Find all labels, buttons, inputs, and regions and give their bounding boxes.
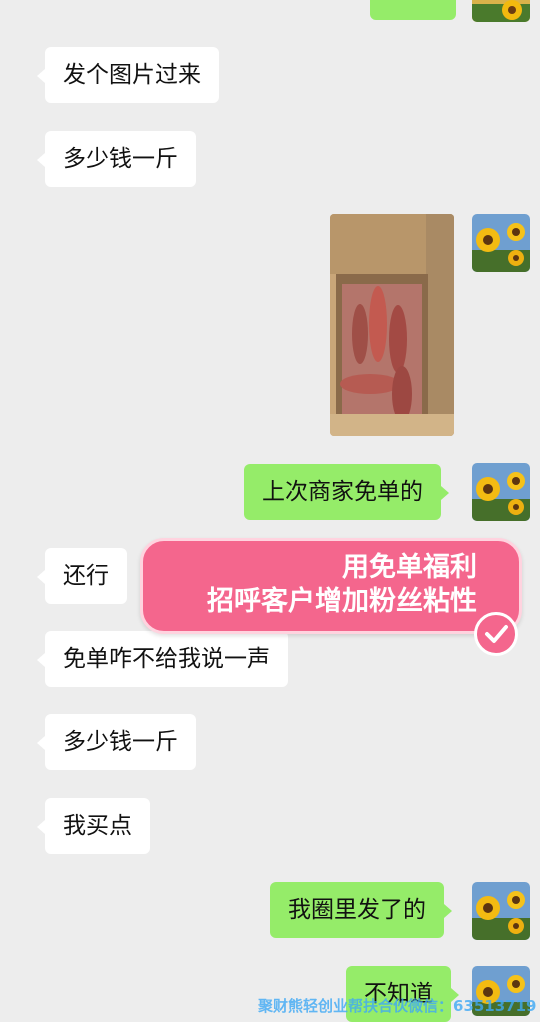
message-received[interactable]: 免单咋不给我说一声	[37, 631, 288, 687]
message-sent-partial[interactable]	[370, 0, 456, 20]
checkmark-icon	[485, 625, 508, 643]
message-received[interactable]: 我买点	[37, 798, 150, 854]
message-received[interactable]: 多少钱一斤	[37, 131, 196, 187]
message-sent[interactable]: 我圈里发了的	[270, 882, 452, 938]
message-sent[interactable]: 上次商家免单的	[244, 464, 449, 520]
avatar[interactable]	[472, 0, 530, 22]
avatar[interactable]	[472, 214, 530, 272]
banner-line-2: 招呼客户增加粉丝粘性	[207, 586, 477, 617]
message-text: 多少钱一斤	[63, 146, 178, 172]
photo-image	[330, 214, 454, 436]
message-text: 免单咋不给我说一声	[63, 646, 270, 672]
watermark: 聚财熊轻创业帮扶合伙微信：63513719	[258, 997, 537, 1015]
check-circle-icon	[474, 612, 518, 656]
message-text: 我圈里发了的	[288, 897, 426, 923]
avatar[interactable]	[472, 882, 530, 940]
promo-banner: 用免单福利 招呼客户增加粉丝粘性	[140, 538, 522, 634]
message-text: 上次商家免单的	[262, 479, 423, 505]
sunflower-icon	[472, 0, 530, 22]
message-text: 发个图片过来	[63, 62, 201, 88]
avatar[interactable]	[472, 463, 530, 521]
sunflower-icon	[472, 214, 530, 272]
message-received[interactable]: 多少钱一斤	[37, 714, 196, 770]
banner-line-1: 用免单福利	[342, 552, 477, 583]
message-received[interactable]: 发个图片过来	[37, 47, 219, 103]
message-text: 我买点	[63, 813, 132, 839]
sunflower-icon	[472, 463, 530, 521]
message-text: 还行	[63, 563, 109, 589]
message-received[interactable]: 还行	[37, 548, 127, 604]
sweet-potatoes-photo[interactable]	[330, 214, 454, 436]
sunflower-icon	[472, 882, 530, 940]
message-text: 多少钱一斤	[63, 729, 178, 755]
